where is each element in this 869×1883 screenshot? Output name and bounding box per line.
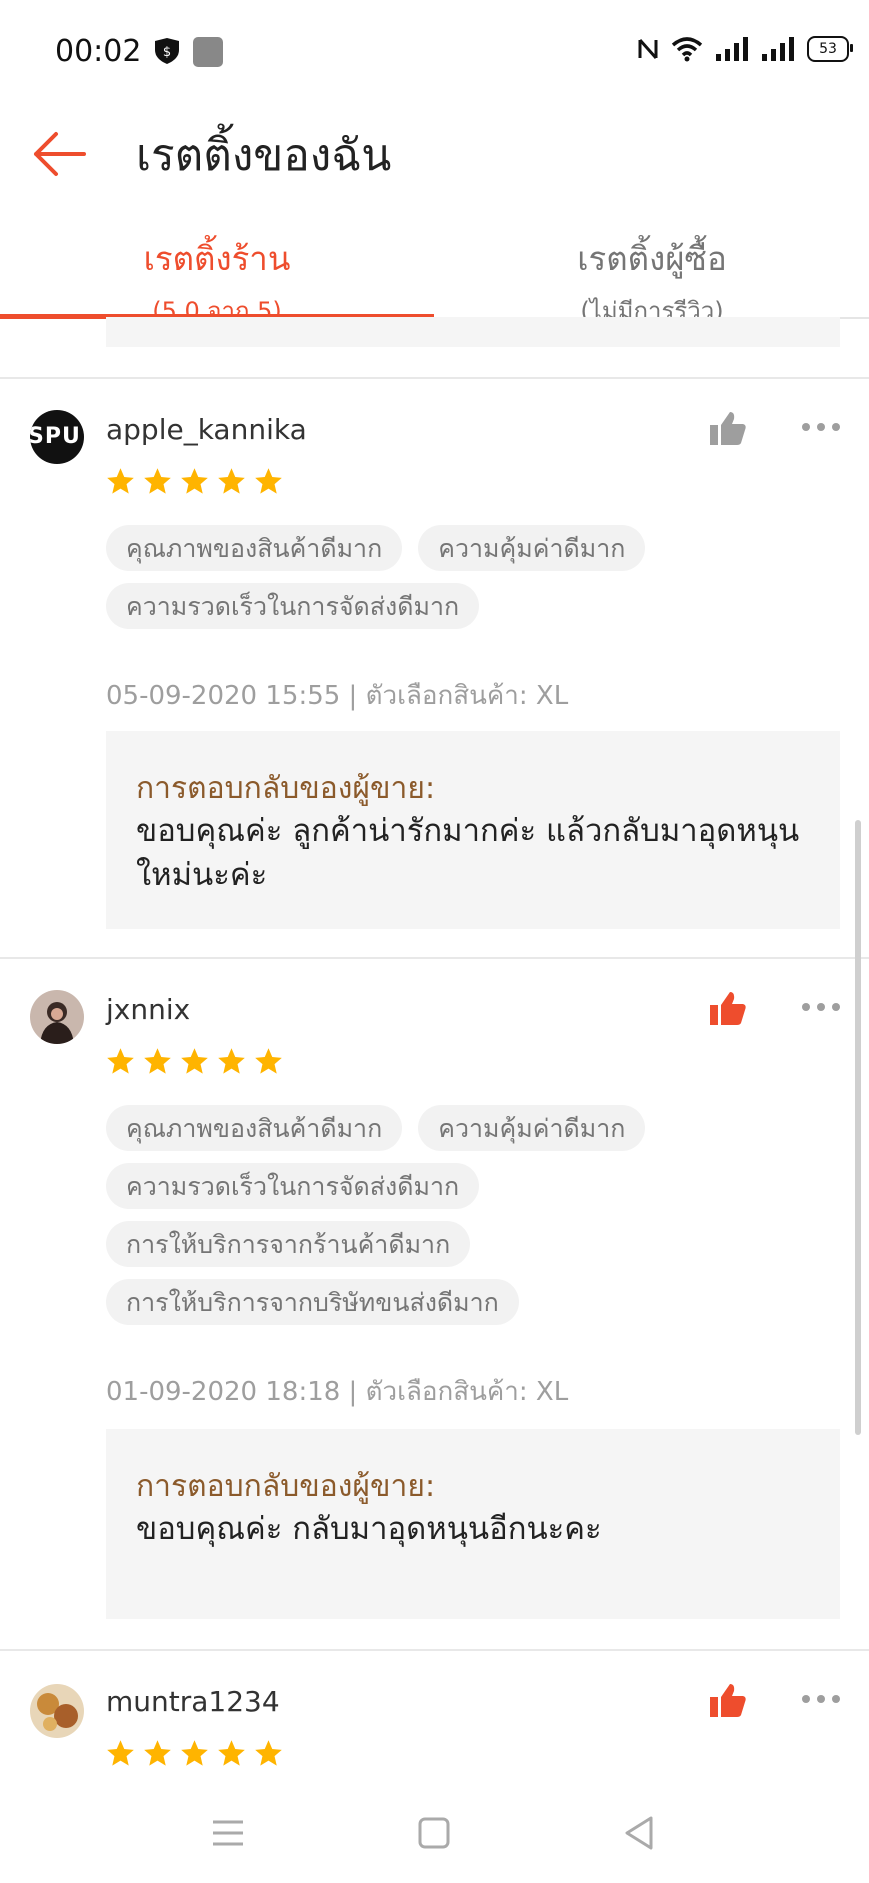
rating-tabs: เรตติ้งร้าน (5.0 จาก 5) เรตติ้งผู้ซื้อ (… bbox=[0, 214, 869, 325]
svg-text:$: $ bbox=[163, 45, 171, 60]
star-icon bbox=[107, 468, 134, 494]
gallery-app-icon bbox=[193, 37, 223, 67]
review-tags: คุณภาพของสินค้าดีมาก ความคุ้มค่าดีมาก ควา… bbox=[106, 525, 836, 641]
review-tag: คุณภาพของสินค้าดีมาก bbox=[106, 525, 403, 571]
star-icon bbox=[218, 1048, 245, 1074]
seller-reply-text: ขอบคุณค่ะ ลูกค้าน่ารักมากค่ะ แล้วกลับมาอ… bbox=[136, 813, 800, 893]
back-triangle-icon[interactable] bbox=[615, 1808, 665, 1858]
star-icon bbox=[144, 1740, 171, 1766]
reviewer-username: muntra1234 bbox=[106, 1685, 280, 1718]
review-tags: คุณภาพของสินค้าดีมาก ความคุ้มค่าดีมาก ควา… bbox=[106, 1105, 836, 1337]
star-icon bbox=[218, 468, 245, 494]
star-icon bbox=[218, 1740, 245, 1766]
star-icon bbox=[255, 1740, 282, 1766]
seller-reply-title: การตอบกลับของผู้ขาย: bbox=[136, 1469, 436, 1504]
thumbs-up-icon[interactable] bbox=[708, 989, 748, 1029]
star-icon bbox=[107, 1048, 134, 1074]
avatar[interactable] bbox=[30, 1684, 84, 1738]
status-bar: 00:02 $ 53 bbox=[0, 0, 869, 104]
back-arrow-icon[interactable] bbox=[30, 124, 90, 184]
star-rating bbox=[106, 1739, 283, 1768]
avatar-text: SPU bbox=[30, 424, 81, 449]
star-rating bbox=[106, 467, 283, 496]
star-icon bbox=[181, 1740, 208, 1766]
status-time: 00:02 bbox=[55, 34, 142, 69]
previous-reply-box bbox=[106, 317, 840, 347]
shield-s-icon: $ bbox=[155, 38, 179, 64]
avatar[interactable]: SPU bbox=[30, 410, 84, 464]
star-icon bbox=[181, 468, 208, 494]
page-title: เรตติ้งของฉัน bbox=[136, 130, 392, 181]
menu-icon[interactable] bbox=[203, 1808, 253, 1858]
avatar[interactable] bbox=[30, 990, 84, 1044]
more-options-icon[interactable] bbox=[800, 1692, 842, 1706]
tab-label: เรตติ้งร้าน bbox=[143, 239, 291, 278]
system-nav-bar bbox=[0, 1790, 869, 1883]
star-icon bbox=[255, 1048, 282, 1074]
battery-level: 53 bbox=[819, 41, 837, 57]
review-card: jxnnix คุณภาพของสินค้าดีมาก ความคุ้มค่าดี… bbox=[0, 959, 869, 1649]
review-card: muntra1234 bbox=[0, 1651, 869, 1790]
review-card: SPU apple_kannika คุณภาพของสินค้าดีมากคว… bbox=[0, 379, 869, 957]
review-meta: 05-09-2020 15:55 | ตัวเลือกสินค้า: XL bbox=[106, 681, 569, 711]
review-tag: ความคุ้มค่าดีมาก bbox=[418, 1105, 646, 1151]
star-icon bbox=[107, 1740, 134, 1766]
seller-reply-box: การตอบกลับของผู้ขาย: ขอบคุณค่ะ กลับมาอุด… bbox=[106, 1429, 840, 1619]
thumbs-up-icon[interactable] bbox=[708, 1681, 748, 1721]
reviewer-username: apple_kannika bbox=[106, 413, 307, 446]
home-square-icon[interactable] bbox=[409, 1808, 459, 1858]
review-tag: ความคุ้มค่าดีมาก bbox=[418, 525, 646, 571]
star-icon bbox=[144, 1048, 171, 1074]
review-meta: 01-09-2020 18:18 | ตัวเลือกสินค้า: XL bbox=[106, 1377, 569, 1407]
tab-shop-rating[interactable]: เรตติ้งร้าน (5.0 จาก 5) bbox=[0, 214, 434, 325]
seller-reply-box: การตอบกลับของผู้ขาย: ขอบคุณค่ะ ลูกค้าน่า… bbox=[106, 731, 840, 929]
status-icons: 53 bbox=[637, 36, 853, 62]
review-tag: ความรวดเร็วในการจัดส่งดีมาก bbox=[106, 583, 480, 629]
star-icon bbox=[144, 468, 171, 494]
review-tag: การให้บริการจากร้านค้าดีมาก bbox=[106, 1221, 471, 1267]
tab-buyer-rating[interactable]: เรตติ้งผู้ซื้อ (ไม่มีการรีวิว) bbox=[435, 214, 869, 325]
star-icon bbox=[255, 468, 282, 494]
wifi-icon bbox=[671, 37, 703, 62]
review-tag: ความรวดเร็วในการจัดส่งดีมาก bbox=[106, 1163, 480, 1209]
tab-label: เรตติ้งผู้ซื้อ bbox=[577, 239, 727, 278]
nfc-icon bbox=[638, 39, 658, 59]
seller-reply-text: ขอบคุณค่ะ กลับมาอุดหนุนอีกนะคะ bbox=[136, 1511, 602, 1547]
app-header: เรตติ้งของฉัน bbox=[0, 104, 869, 214]
seller-reply-title: การตอบกลับของผู้ขาย: bbox=[136, 771, 436, 806]
star-icon bbox=[181, 1048, 208, 1074]
thumbs-up-icon[interactable] bbox=[708, 409, 748, 449]
star-rating bbox=[106, 1047, 283, 1076]
battery-icon: 53 bbox=[807, 36, 853, 62]
more-options-icon[interactable] bbox=[800, 1000, 842, 1014]
review-tag: การให้บริการจากบริษัทขนส่งดีมาก bbox=[106, 1279, 519, 1325]
review-tag: คุณภาพของสินค้าดีมาก bbox=[106, 1105, 403, 1151]
scrollbar[interactable] bbox=[855, 820, 861, 1435]
signal-icon bbox=[716, 37, 748, 61]
reviewer-username: jxnnix bbox=[106, 993, 191, 1026]
signal-icon bbox=[762, 37, 794, 61]
more-options-icon[interactable] bbox=[800, 420, 842, 434]
